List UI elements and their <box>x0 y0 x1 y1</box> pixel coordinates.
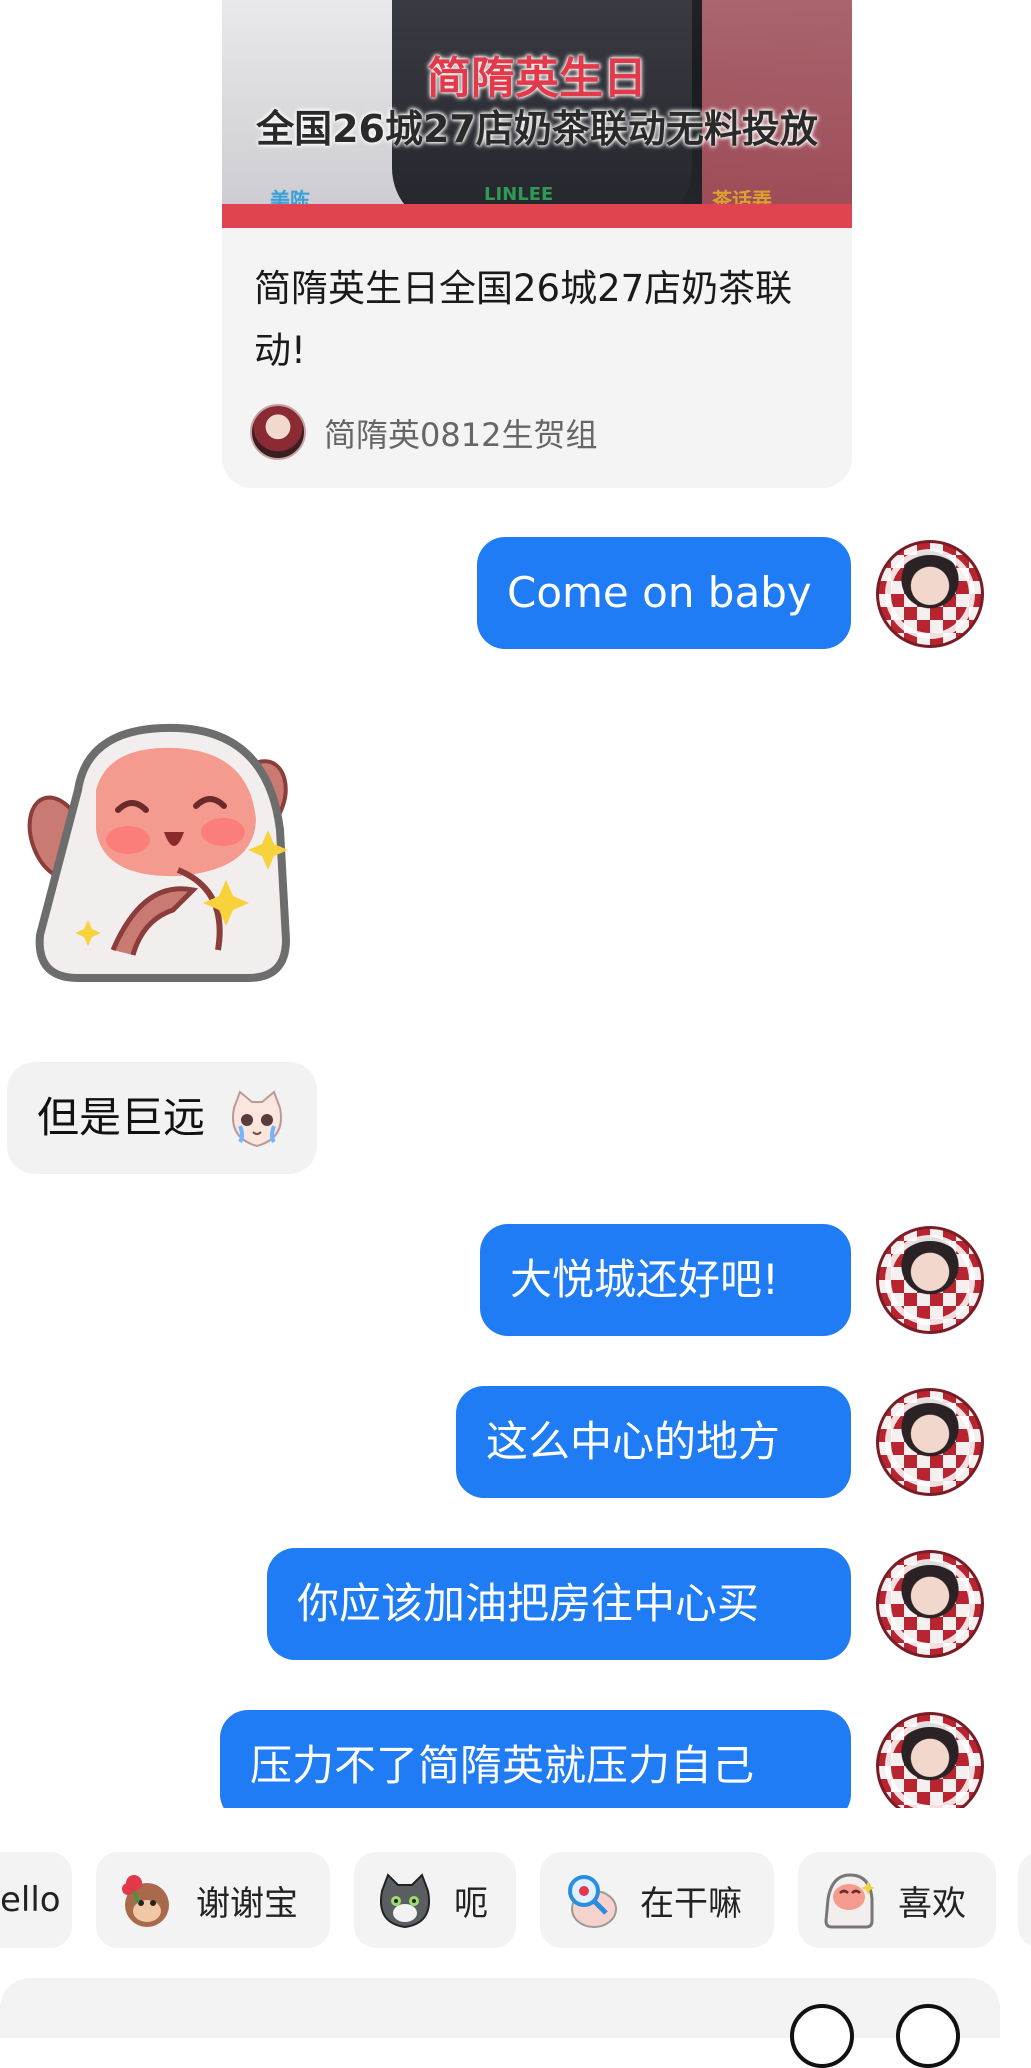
sponsor-label: LINLEE <box>484 184 554 205</box>
gray-cat-icon <box>380 1873 430 1929</box>
message-text: 你应该加油把房往中心买 <box>297 1579 760 1628</box>
avatar[interactable] <box>876 1226 984 1334</box>
cover-title: 简隋英生日 <box>427 53 647 104</box>
add-button[interactable] <box>896 2004 960 2068</box>
outgoing-message-bubble[interactable]: 大悦城还好吧! <box>480 1224 851 1336</box>
avatar[interactable] <box>876 1388 984 1496</box>
emoji-button[interactable] <box>790 2004 854 2068</box>
pink-pig-icon <box>824 1873 875 1929</box>
monkey-flower-icon <box>122 1875 169 1927</box>
outgoing-message-bubble[interactable]: 这么中心的地方 <box>456 1386 851 1498</box>
quick-reply-label: 呃 <box>454 1883 488 1924</box>
outgoing-message-bubble[interactable]: Come on baby <box>477 537 851 649</box>
quick-reply-chip-partial[interactable] <box>1018 1852 1031 1948</box>
message-row-clip: 压力不了简隋英就压力自己 <box>0 1700 1031 1808</box>
message-text: Come on baby <box>507 568 812 617</box>
card-title: 简隋英生日全国26城27店奶茶联动! <box>254 267 793 372</box>
magnifier-pig-icon <box>568 1875 617 1928</box>
outgoing-message-bubble[interactable]: 你应该加油把房往中心买 <box>267 1548 851 1660</box>
quick-reply-label: 谢谢宝 <box>196 1883 298 1924</box>
shared-article-card[interactable]: 简隋英生日 全国26城27店奶茶联动无料投放 美陈 LINLEE 茶话弄 简隋英… <box>222 0 852 488</box>
quick-reply-label: 喜欢 <box>898 1883 966 1924</box>
message-text: 压力不了简隋英就压力自己 <box>250 1741 755 1790</box>
avatar[interactable] <box>876 1712 984 1808</box>
message-text: 这么中心的地方 <box>486 1417 781 1466</box>
crying-cat-emoji <box>232 1090 282 1148</box>
author-avatar <box>250 404 306 460</box>
card-author: 简隋英0812生贺组 <box>324 416 598 454</box>
avatar[interactable] <box>876 1550 984 1658</box>
quick-reply-chip[interactable]: ello <box>0 1852 72 1948</box>
outgoing-message-bubble[interactable]: 压力不了简隋英就压力自己 <box>220 1710 851 1808</box>
message-text: 但是巨远 <box>37 1093 206 1142</box>
quick-reply-chip[interactable]: 喜欢 <box>798 1852 996 1948</box>
message-text: 大悦城还好吧! <box>510 1255 779 1304</box>
card-cover-image: 简隋英生日 全国26城27店奶茶联动无料投放 美陈 LINLEE 茶话弄 <box>222 0 852 228</box>
avatar[interactable] <box>876 540 984 648</box>
quick-reply-chip[interactable]: 呃 <box>354 1852 516 1948</box>
quick-reply-chip[interactable]: 谢谢宝 <box>96 1852 330 1948</box>
cover-red-bar <box>222 204 852 228</box>
quick-reply-chip[interactable]: 在干嘛 <box>540 1852 774 1948</box>
cover-subtitle: 全国26城27店奶茶联动无料投放 <box>256 107 818 151</box>
pink-sheep-blushing-sticker[interactable] <box>18 720 298 990</box>
quick-reply-label: ello <box>0 1880 61 1920</box>
quick-reply-label: 在干嘛 <box>640 1883 742 1924</box>
